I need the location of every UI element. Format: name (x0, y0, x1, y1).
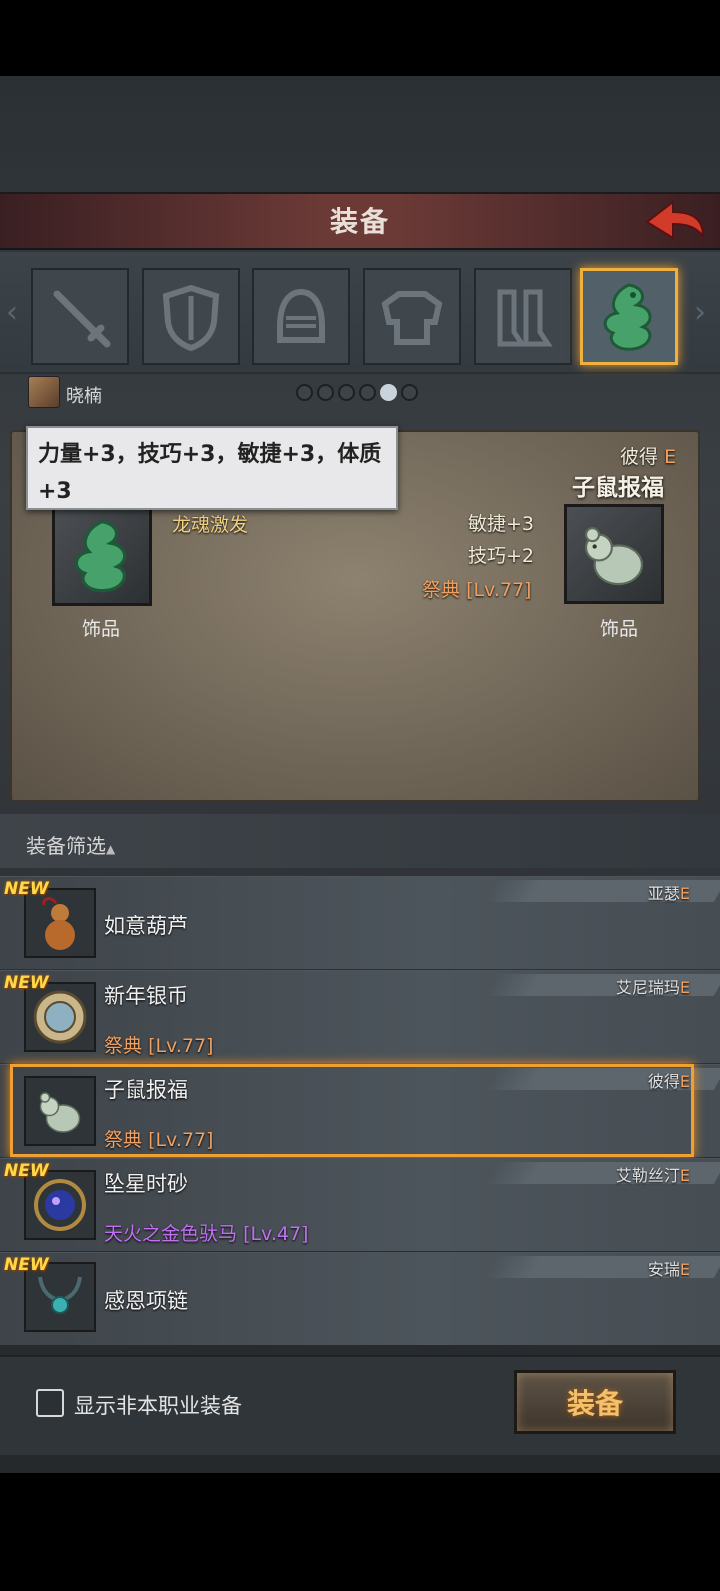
sword-icon (53, 290, 111, 347)
slot-shield[interactable] (142, 268, 240, 365)
character-name: 晓楠 (66, 386, 102, 407)
new-badge: NEW (4, 1161, 49, 1181)
navigation-bar (0, 1473, 720, 1591)
shield-icon (162, 284, 220, 351)
page-indicator (296, 384, 418, 401)
item-set-level: [Lv.77] (148, 1035, 214, 1057)
equip-button[interactable]: 装备 (514, 1370, 676, 1434)
gourd-icon (42, 897, 75, 950)
item-set: 祭典 [Lv.77] (104, 1031, 213, 1058)
owner-rank: E (679, 884, 690, 903)
new-badge: NEW (4, 973, 49, 993)
caret-up-icon: ▲ (106, 842, 116, 856)
slot-helmet[interactable] (252, 268, 350, 365)
back-arrow-icon (645, 199, 705, 240)
owner-rank: E (679, 1166, 690, 1185)
item-name: 坠星时砂 (104, 1172, 188, 1196)
slot-next-arrow[interactable]: › (694, 295, 706, 330)
armor-icon (381, 290, 443, 345)
owner-name: 安瑞 (647, 1260, 680, 1279)
item-owner: 艾尼瑞玛E (616, 974, 690, 998)
item-owner: 亚瑟E (648, 880, 690, 904)
owner-name: 艾尼瑞玛 (615, 978, 680, 997)
page-title: 装备 (329, 205, 390, 238)
candidate-stat-2: 技巧+2 (468, 545, 535, 567)
new-badge: NEW (4, 1255, 49, 1275)
helmet-icon (277, 288, 325, 343)
current-item-icon[interactable] (52, 506, 152, 606)
current-item-type: 饰品 (82, 618, 121, 640)
item-owner: 艾勒丝汀E (616, 1162, 690, 1186)
dragon-jade-icon (74, 519, 127, 593)
item-set-name: 天火之金色驮马 (104, 1223, 238, 1245)
owner-rank: E (679, 978, 690, 997)
owner-name: 艾勒丝汀 (615, 1166, 680, 1185)
new-badge: NEW (4, 879, 49, 899)
owner-name: 亚瑟 (647, 884, 680, 903)
candidate-set: 祭典 [Lv.77] (422, 575, 531, 602)
item-name: 如意葫芦 (104, 914, 188, 938)
equipment-filter-toggle[interactable]: 装备筛选▲ (26, 830, 115, 859)
slot-boots[interactable] (474, 268, 572, 365)
page-dot (338, 384, 355, 401)
item-name: 新年银币 (104, 984, 188, 1008)
rat-jade-icon (584, 527, 644, 586)
slot-weapon[interactable] (31, 268, 129, 365)
page-dot-active (380, 384, 397, 401)
hourglass-orb-icon (34, 1179, 86, 1231)
item-owner: 安瑞E (648, 1256, 690, 1280)
candidate-owner: 彼得 E (620, 442, 676, 469)
necklace-icon (38, 1276, 82, 1314)
slot-armor[interactable] (363, 268, 461, 365)
page-dot (401, 384, 418, 401)
candidate-item-type: 饰品 (600, 618, 639, 640)
candidate-set-level: [Lv.77] (466, 579, 532, 601)
avatar[interactable] (28, 376, 60, 408)
candidate-stat-1: 敏捷+3 (468, 513, 535, 535)
slot-accessory[interactable] (580, 268, 678, 365)
filter-label: 装备筛选 (26, 834, 106, 858)
back-button[interactable] (640, 195, 710, 245)
show-non-class-label: 显示非本职业装备 (74, 1394, 242, 1418)
current-item-name: 龙魂激发 (172, 514, 249, 536)
candidate-set-name: 祭典 (422, 579, 461, 601)
candidate-owner-name: 彼得 (620, 446, 659, 468)
page-dot (317, 384, 334, 401)
show-non-class-checkbox[interactable] (36, 1389, 64, 1417)
owner-rank: E (679, 1260, 690, 1279)
page-dot (296, 384, 313, 401)
candidate-owner-rank: E (664, 446, 677, 468)
stat-tooltip: 力量+3，技巧+3，敏捷+3，体质+3 (26, 426, 398, 510)
status-bar (0, 0, 720, 76)
selection-highlight (10, 1064, 694, 1157)
item-set-level: [Lv.47] (243, 1223, 309, 1245)
slot-prev-arrow[interactable]: ‹ (6, 295, 18, 330)
boots-icon (497, 289, 553, 346)
dragon-jade-icon (603, 282, 652, 351)
page-dot (359, 384, 376, 401)
candidate-item-icon[interactable] (564, 504, 664, 604)
candidate-item-name: 子鼠报福 (572, 475, 664, 501)
item-name: 感恩项链 (104, 1289, 188, 1313)
silver-coin-icon (33, 990, 87, 1044)
item-set: 天火之金色驮马 [Lv.47] (104, 1219, 308, 1246)
item-set-name: 祭典 (104, 1035, 143, 1057)
